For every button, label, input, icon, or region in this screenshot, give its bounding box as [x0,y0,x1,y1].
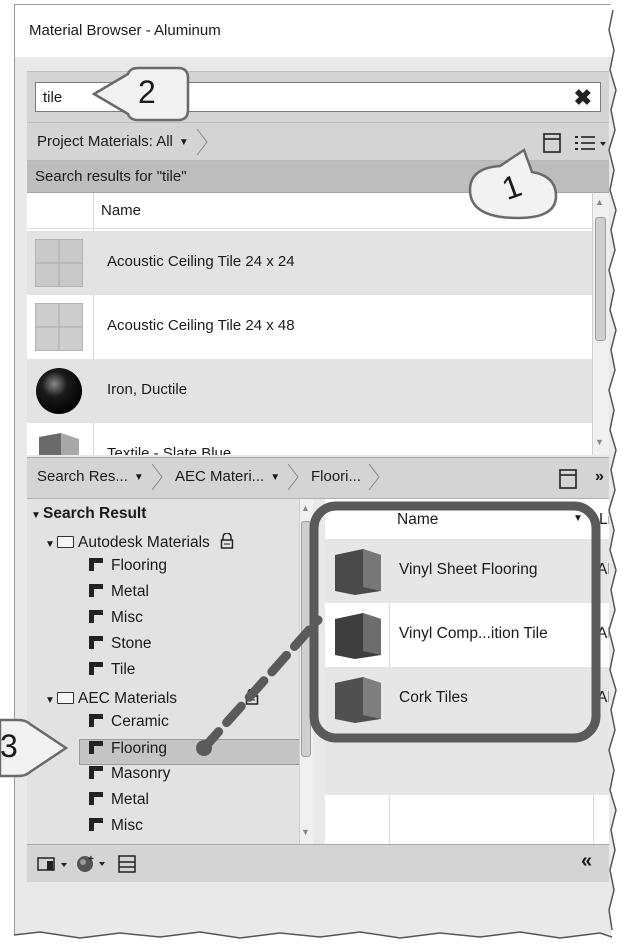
callout-2-number: 2 [138,74,156,110]
annotation-overlay [0,66,601,778]
highlight-box [309,501,601,743]
dashed-connector [199,615,323,753]
callout-3-number: 3 [0,728,18,764]
connector-dot [196,740,212,756]
